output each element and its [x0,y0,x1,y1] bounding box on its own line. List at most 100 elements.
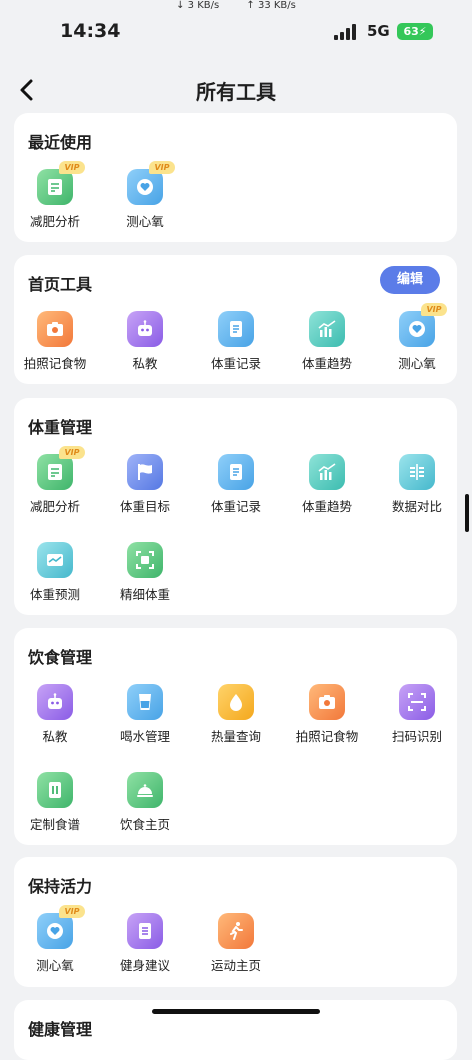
scrollbar[interactable] [465,494,469,532]
tool-scan-code[interactable]: 扫码识别 [372,684,462,745]
section-title: 健康管理 [28,1020,93,1039]
tool-label: 测心氧 [36,958,74,973]
battery-level: 63 [403,25,419,38]
tool-label: 测心氧 [126,214,164,229]
tool-label: 喝水管理 [119,729,170,744]
tool-label: 拍照记食物 [295,729,359,744]
running-icon [218,913,254,949]
tool-coach[interactable]: 私教 [10,684,100,745]
robot-icon [37,684,73,720]
camera-icon [37,311,73,347]
diet-management-card: 饮食管理 私教 喝水管理 热量查询 拍照记食物 扫码识别 定制食谱 饮食主页 [14,628,457,845]
tool-fine-weight[interactable]: 精细体重 [100,542,190,603]
tool-label: 体重记录 [210,499,261,514]
heart-oxygen-icon: VIP [127,161,175,205]
recipe-icon [37,772,73,808]
report-icon: VIP [37,161,85,205]
tool-heart-oxygen[interactable]: VIP 测心氧 [10,905,100,974]
vip-badge: VIP [59,905,85,918]
vip-badge: VIP [59,446,85,459]
tool-label: 定制食谱 [29,817,80,832]
robot-icon [127,311,163,347]
tool-weight-predict[interactable]: 体重预测 [10,542,100,603]
section-title: 体重管理 [28,418,93,437]
scan-code-icon [399,684,435,720]
weight-management-card: 体重管理 VIP 减肥分析 体重目标 体重记录 体重趋势 数据对比 体重预测 精… [14,398,457,615]
nav-bar: 所有工具 [0,70,472,110]
status-time: 14:34 [60,20,121,42]
tool-weight-analysis[interactable]: VIP 减肥分析 [10,446,100,515]
tool-label: 精细体重 [119,587,170,602]
edit-button[interactable]: 编辑 [380,266,440,294]
tool-label: 测心氧 [398,356,436,371]
tool-coach[interactable]: 私教 [100,311,190,372]
tool-calorie[interactable]: 热量查询 [191,684,281,745]
tool-label: 饮食主页 [119,817,170,832]
network-speed: ↓ 3 KB/s ↑ 33 KB/s [0,0,472,11]
tool-weight-record[interactable]: 体重记录 [191,454,281,515]
upload-speed: ↑ 33 KB/s [246,0,296,11]
vip-badge: VIP [59,161,85,174]
scan-frame-icon [127,542,163,578]
notebook-icon [218,454,254,490]
tool-data-compare[interactable]: 数据对比 [372,454,462,515]
tool-diet-home[interactable]: 饮食主页 [100,772,190,833]
predict-icon [37,542,73,578]
tool-label: 私教 [42,729,68,744]
tool-water[interactable]: 喝水管理 [100,684,190,745]
page-title: 所有工具 [196,80,276,104]
tool-photo-food[interactable]: 拍照记食物 [10,311,100,372]
section-title: 最近使用 [28,133,93,152]
tool-label: 减肥分析 [29,499,80,514]
tool-label: 体重趋势 [301,499,352,514]
download-speed: ↓ 3 KB/s [176,0,220,11]
signal-icon [334,24,356,40]
vitality-card: 保持活力 VIP 测心氧 健身建议 运动主页 [14,857,457,987]
tool-weight-analysis[interactable]: VIP 减肥分析 [10,161,100,230]
tool-label: 体重目标 [119,499,170,514]
compare-icon [399,454,435,490]
tool-label: 热量查询 [210,729,261,744]
battery-icon: 63⚡ [397,23,433,40]
tool-fitness-advice[interactable]: 健身建议 [100,913,190,974]
section-title: 保持活力 [28,877,93,896]
tool-photo-food[interactable]: 拍照记食物 [282,684,372,745]
camera-icon [309,684,345,720]
tool-heart-oxygen[interactable]: VIP 测心氧 [100,161,190,230]
trend-chart-icon [309,454,345,490]
vip-badge: VIP [149,161,175,174]
report-icon: VIP [37,446,85,490]
fitness-doc-icon [127,913,163,949]
heart-oxygen-icon: VIP [37,905,85,949]
tool-custom-recipe[interactable]: 定制食谱 [10,772,100,833]
tool-label: 减肥分析 [29,214,80,229]
home-indicator[interactable] [152,1009,320,1014]
flag-icon [127,454,163,490]
tool-weight-trend[interactable]: 体重趋势 [282,454,372,515]
tool-label: 私教 [132,356,158,371]
section-title: 饮食管理 [28,648,93,667]
trend-chart-icon [309,311,345,347]
tool-heart-oxygen[interactable]: VIP 测心氧 [372,303,462,372]
tool-label: 体重预测 [29,587,80,602]
flame-drop-icon [218,684,254,720]
status-bar: ↓ 3 KB/s ↑ 33 KB/s 14:34 5G 63⚡ [0,0,472,60]
vip-badge: VIP [421,303,447,316]
home-tools-card: 首页工具 编辑 拍照记食物 私教 体重记录 体重趋势 VIP 测心氧 [14,255,457,384]
tool-label: 体重记录 [210,356,261,371]
tool-sport-home[interactable]: 运动主页 [191,913,281,974]
section-title: 首页工具 [28,275,93,294]
food-cloche-icon [127,772,163,808]
tool-weight-record[interactable]: 体重记录 [191,311,281,372]
tool-label: 运动主页 [210,958,261,973]
tool-label: 体重趋势 [301,356,352,371]
network-type: 5G [367,22,390,40]
tool-weight-goal[interactable]: 体重目标 [100,454,190,515]
recent-card: 最近使用 VIP 减肥分析 VIP 测心氧 [14,113,457,242]
tool-label: 扫码识别 [391,729,442,744]
heart-oxygen-icon: VIP [399,303,447,347]
tool-weight-trend[interactable]: 体重趋势 [282,311,372,372]
water-cup-icon [127,684,163,720]
tool-label: 数据对比 [391,499,442,514]
tool-label: 拍照记食物 [23,356,87,371]
